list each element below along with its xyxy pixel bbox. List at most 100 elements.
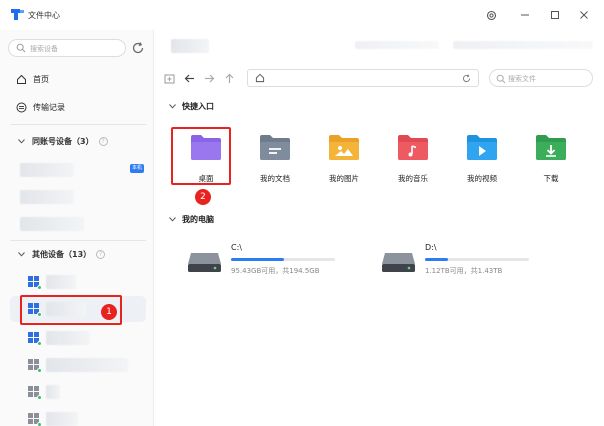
minimize-icon bbox=[521, 14, 529, 16]
back-button[interactable] bbox=[181, 70, 197, 86]
group-title-label: 其他设备（13） bbox=[32, 249, 92, 259]
drive-space-info: 1.12TB可用，共1.43TB bbox=[425, 267, 503, 275]
quick-access-label: 我的图片 bbox=[329, 174, 359, 183]
downloads-folder-icon bbox=[536, 135, 566, 160]
gear-icon bbox=[486, 10, 496, 20]
device-item[interactable] bbox=[10, 379, 146, 405]
documents-folder-icon bbox=[260, 135, 290, 160]
device-item[interactable] bbox=[10, 211, 146, 237]
info-icon: ? bbox=[96, 249, 106, 259]
windows-icon bbox=[28, 413, 42, 426]
videos-folder-icon bbox=[467, 135, 497, 160]
device-name-redacted bbox=[20, 190, 74, 204]
windows-icon bbox=[28, 386, 42, 400]
arrow-up-icon bbox=[225, 73, 233, 83]
settings-button[interactable] bbox=[482, 6, 500, 24]
title-bar: 文件中心 bbox=[0, 0, 604, 30]
device-name-redacted bbox=[46, 358, 128, 372]
quick-access-label: 我的文档 bbox=[260, 174, 290, 183]
drive-d[interactable]: D:\ 1.12TB可用，共1.43TB bbox=[381, 241, 561, 281]
app-logo-icon bbox=[11, 9, 24, 20]
close-button[interactable] bbox=[575, 6, 593, 24]
info-icon: ? bbox=[98, 136, 108, 146]
quick-access-downloads[interactable]: 下载 bbox=[526, 131, 576, 187]
home-icon bbox=[255, 73, 265, 83]
arrow-right-icon bbox=[204, 74, 214, 82]
group-other-devices[interactable]: 其他设备（13） ? bbox=[18, 247, 106, 261]
group-same-account[interactable]: 同账号设备（3） ? bbox=[18, 134, 108, 148]
annotation-highlight-box bbox=[171, 127, 231, 185]
device-name-redacted bbox=[46, 275, 76, 289]
quick-access-header[interactable]: 快捷入口 bbox=[169, 101, 214, 112]
transfer-icon bbox=[16, 102, 27, 112]
close-icon bbox=[580, 11, 588, 19]
annotation-step-badge: 1 bbox=[101, 304, 117, 320]
my-computer-header[interactable]: 我的电脑 bbox=[169, 214, 214, 225]
refresh-icon[interactable] bbox=[461, 73, 472, 84]
new-folder-icon bbox=[164, 74, 174, 83]
quick-access-documents[interactable]: 我的文档 bbox=[250, 131, 300, 187]
device-item[interactable] bbox=[10, 406, 146, 426]
new-folder-button[interactable] bbox=[161, 70, 177, 86]
forward-button[interactable] bbox=[201, 70, 217, 86]
device-search-placeholder: 搜索设备 bbox=[30, 45, 58, 53]
device-name-redacted bbox=[20, 163, 74, 177]
device-title-redacted bbox=[171, 39, 209, 53]
device-item[interactable] bbox=[10, 184, 146, 210]
device-item[interactable]: 本机 bbox=[10, 157, 146, 183]
pictures-folder-icon bbox=[329, 135, 359, 160]
sidebar-item-transfer[interactable]: 传输记录 bbox=[16, 100, 65, 114]
music-folder-icon bbox=[398, 135, 428, 160]
drive-usage-fill bbox=[425, 258, 448, 261]
quick-access-pictures[interactable]: 我的图片 bbox=[319, 131, 369, 187]
drive-c[interactable]: C:\ 95.43GB可用，共194.5GB bbox=[187, 241, 367, 281]
windows-icon bbox=[28, 332, 42, 346]
up-button[interactable] bbox=[221, 70, 237, 86]
hard-drive-icon bbox=[382, 253, 415, 272]
device-info-redacted bbox=[453, 41, 593, 49]
group-title-label: 同账号设备（3） bbox=[32, 136, 94, 146]
section-title-label: 我的电脑 bbox=[182, 215, 214, 224]
refresh-icon[interactable] bbox=[130, 40, 146, 56]
drive-name: D:\ bbox=[425, 243, 437, 252]
sidebar-item-label: 首页 bbox=[33, 74, 49, 84]
quick-access-label: 下载 bbox=[543, 174, 559, 183]
chevron-down-icon bbox=[18, 251, 25, 257]
main-panel: 搜索文件 快捷入口 桌面 我的文档 我的图片 我的音乐 我的视频 下载 我的电脑… bbox=[155, 30, 604, 426]
device-info-redacted bbox=[355, 41, 439, 49]
window-title: 文件中心 bbox=[28, 11, 60, 20]
device-search-input[interactable]: 搜索设备 bbox=[8, 39, 126, 57]
windows-icon bbox=[28, 276, 42, 290]
file-search-input[interactable]: 搜索文件 bbox=[489, 69, 593, 87]
sidebar-divider bbox=[10, 124, 146, 125]
minimize-button[interactable] bbox=[516, 6, 534, 24]
section-title-label: 快捷入口 bbox=[182, 102, 214, 111]
chevron-down-icon bbox=[169, 104, 176, 109]
chevron-down-icon bbox=[169, 217, 176, 222]
device-name-redacted bbox=[46, 412, 78, 426]
drive-usage-bar bbox=[231, 258, 335, 261]
sidebar-item-home[interactable]: 首页 bbox=[16, 72, 49, 86]
device-name-redacted bbox=[46, 331, 90, 345]
drive-space-info: 95.43GB可用，共194.5GB bbox=[231, 267, 320, 275]
address-bar[interactable] bbox=[247, 69, 479, 87]
search-icon bbox=[496, 74, 506, 84]
annotation-step-badge: 2 bbox=[195, 189, 211, 205]
maximize-icon bbox=[551, 11, 559, 19]
sidebar-divider bbox=[10, 240, 146, 241]
drive-usage-bar bbox=[425, 258, 529, 261]
device-item[interactable] bbox=[10, 269, 146, 295]
drive-usage-fill bbox=[231, 258, 285, 261]
maximize-button[interactable] bbox=[546, 6, 564, 24]
current-device-badge: 本机 bbox=[130, 164, 145, 173]
quick-access-videos[interactable]: 我的视频 bbox=[457, 131, 507, 187]
device-name-redacted bbox=[46, 385, 60, 399]
device-item[interactable] bbox=[10, 325, 146, 351]
quick-access-label: 我的音乐 bbox=[398, 174, 428, 183]
quick-access-music[interactable]: 我的音乐 bbox=[388, 131, 438, 187]
windows-icon bbox=[28, 359, 42, 373]
sidebar: 搜索设备 首页 传输记录 同账号设备（3） ? 本机 其他设备（13） ? bbox=[0, 30, 154, 426]
arrow-left-icon bbox=[184, 74, 194, 82]
device-item[interactable] bbox=[10, 352, 146, 378]
hard-drive-icon bbox=[188, 253, 221, 272]
